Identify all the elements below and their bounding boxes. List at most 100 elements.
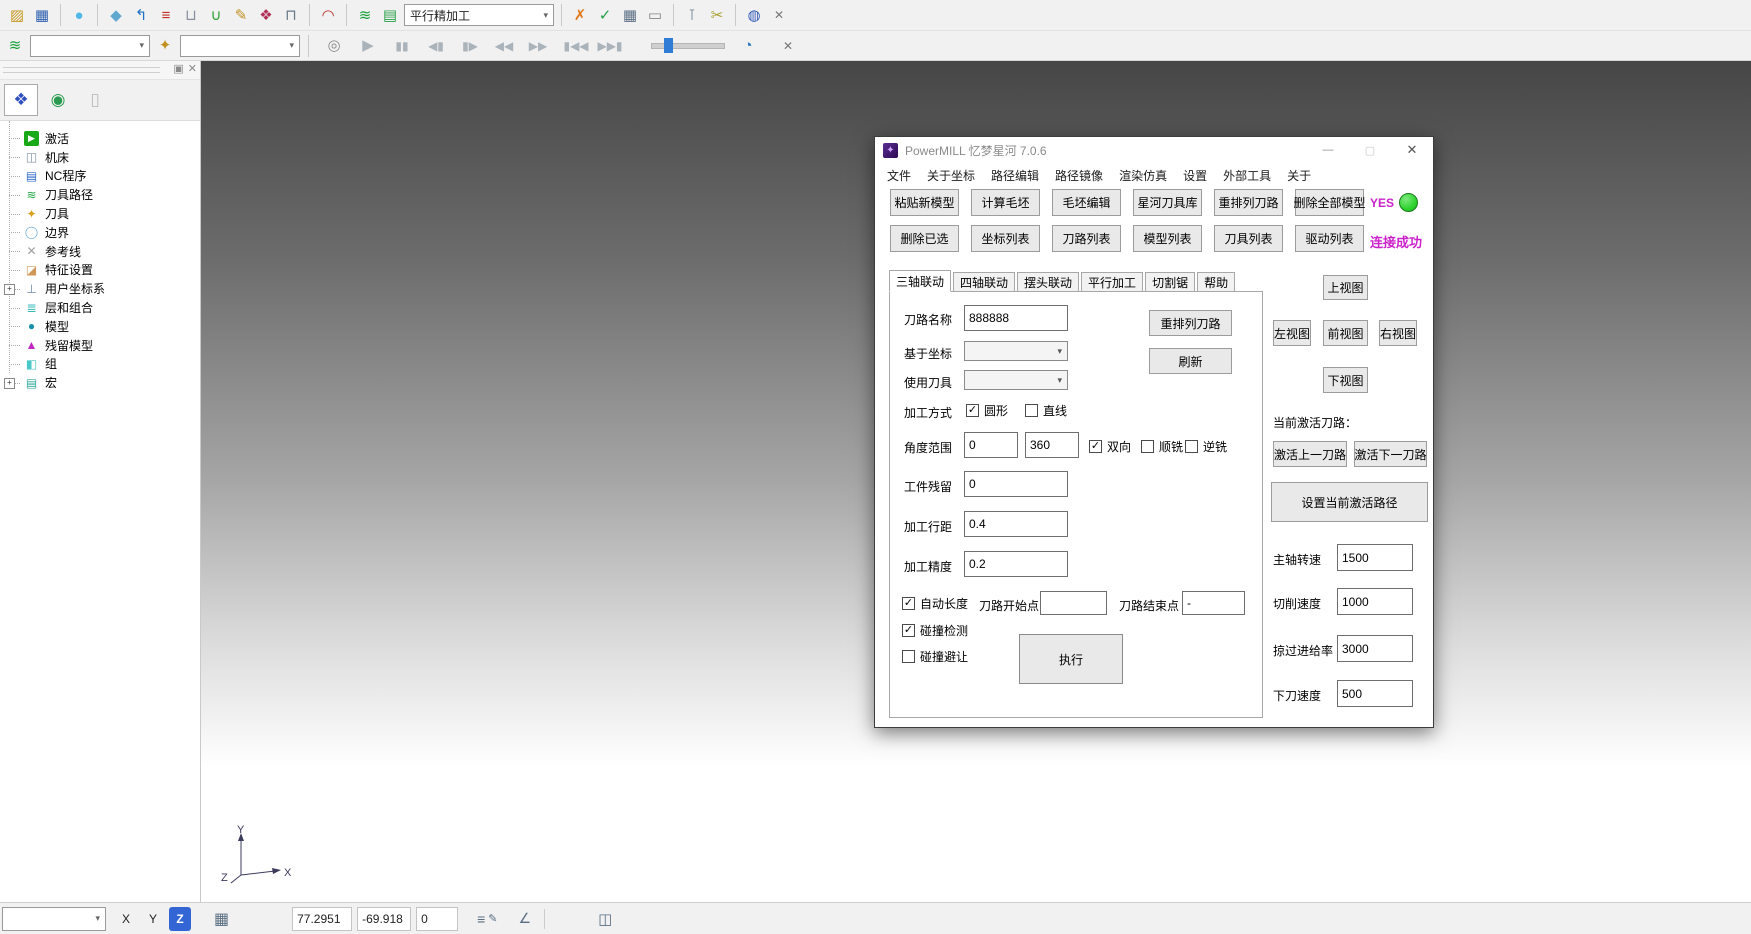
paste-new-model-button[interactable]: 粘贴新模型 [890, 189, 959, 216]
stock-edit-button[interactable]: 毛坯编辑 [1052, 189, 1121, 216]
verify-tool-icon[interactable]: ✓ [594, 4, 616, 26]
strategy-list-icon[interactable]: ▤ [379, 4, 401, 26]
tree-item-machine-tools[interactable]: ◫ 机床 [0, 148, 200, 167]
go-to-end-icon[interactable]: ▶▶▮ [595, 35, 625, 57]
tool-pair-icon[interactable]: ⊺ [681, 4, 703, 26]
rewind-icon[interactable]: ◀◀ [493, 35, 515, 57]
panel-toggle-icon[interactable]: ◫ [598, 910, 612, 928]
viewmill-icon[interactable]: ● [68, 4, 90, 26]
maximize-button[interactable]: ▢ [1349, 137, 1391, 163]
clock-icon[interactable]: ◔ [737, 35, 759, 57]
cutting-feed-input[interactable] [1337, 588, 1413, 615]
toolpath-strategy-icon[interactable]: ≋ [354, 4, 376, 26]
close-sim-toolbar-icon[interactable]: ✕ [777, 35, 799, 57]
tab-cutting-saw[interactable]: 切割锯 [1145, 272, 1195, 292]
view-left-button[interactable]: 左视图 [1273, 320, 1311, 346]
menu-render-sim[interactable]: 渲染仿真 [1111, 167, 1175, 184]
spindle-speed-input[interactable] [1337, 544, 1413, 571]
tab-4axis[interactable]: 四轴联动 [953, 272, 1015, 292]
execute-button[interactable]: 执行 [1019, 634, 1123, 684]
toolpath-move-icon[interactable]: ↰ [130, 4, 152, 26]
auto-length-checkbox[interactable]: 自动长度 [902, 595, 968, 612]
conventional-checkbox[interactable]: 逆铣 [1185, 438, 1227, 455]
tree-item-groups[interactable]: ◧ 组 [0, 355, 200, 374]
tree-item-stock-models[interactable]: ▲ 残留模型 [0, 336, 200, 355]
play-icon[interactable]: ▶ [357, 35, 379, 57]
tool-list-button[interactable]: 刀具列表 [1214, 225, 1283, 252]
coord-list-button[interactable]: 坐标列表 [971, 225, 1040, 252]
pause-icon[interactable]: ▮▮ [391, 35, 413, 57]
tree-item-levels-and-sets[interactable]: ≣ 层和组合 [0, 298, 200, 317]
skim-feed-input[interactable] [1337, 635, 1413, 662]
tree-item-macros[interactable]: + ▤ 宏 [0, 373, 200, 392]
end-point-input[interactable] [1182, 591, 1245, 615]
ruler-icon[interactable]: ▭ [644, 4, 666, 26]
axis-x-button[interactable]: X [115, 907, 137, 931]
tree-item-boundaries[interactable]: ◯ 边界 [0, 223, 200, 242]
menu-about[interactable]: 关于 [1279, 167, 1319, 184]
tree-item-tools[interactable]: ✦ 刀具 [0, 204, 200, 223]
dialog-titlebar[interactable]: ✦ PowerMILL 忆梦星河 7.0.6 — ▢ ✕ [875, 137, 1433, 163]
tool-create-icon[interactable]: ⊔ [180, 4, 202, 26]
tree-item-workplanes[interactable]: + ⊥ 用户坐标系 [0, 279, 200, 298]
feature-set-icon[interactable]: ⊓ [280, 4, 302, 26]
mode-line-checkbox[interactable]: 直线 [1025, 402, 1067, 419]
close-toolbar-icon[interactable]: ✕ [768, 4, 790, 26]
expand-icon[interactable]: + [4, 284, 15, 295]
menu-settings[interactable]: 设置 [1175, 167, 1215, 184]
activate-next-toolpath-button[interactable]: 激活下一刀路 [1354, 441, 1427, 467]
sim-speed-slider[interactable] [651, 43, 725, 49]
menu-external-tools[interactable]: 外部工具 [1215, 167, 1279, 184]
step-back-icon[interactable]: ◀▮ [425, 35, 447, 57]
refresh-button[interactable]: 刷新 [1149, 348, 1232, 374]
grid-icon[interactable]: ▦ [214, 909, 229, 929]
open-project-icon[interactable]: ▨ [6, 4, 28, 26]
list-edit-icon[interactable]: ≡ [477, 911, 485, 927]
bidir-checkbox[interactable]: 双向 [1089, 438, 1131, 455]
block-icon[interactable]: ◆ [105, 4, 127, 26]
close-button[interactable]: ✕ [1391, 137, 1433, 163]
tool-holder-icon[interactable]: ◠ [317, 4, 339, 26]
menu-about-coords[interactable]: 关于坐标 [919, 167, 983, 184]
explorer-tree-tab[interactable]: ❖ [4, 84, 38, 116]
fast-forward-icon[interactable]: ▶▶ [527, 35, 549, 57]
tab-3axis[interactable]: 三轴联动 [889, 270, 951, 292]
calculator-icon[interactable]: ▦ [619, 4, 641, 26]
plunge-feed-input[interactable] [1337, 680, 1413, 707]
tolerance-input[interactable] [964, 551, 1068, 577]
menu-path-mirror[interactable]: 路径镜像 [1047, 167, 1111, 184]
bulb-icon[interactable]: ◎ [323, 35, 345, 57]
angle-to-input[interactable] [1025, 432, 1079, 458]
menu-file[interactable]: 文件 [879, 167, 919, 184]
points-icon[interactable]: ❖ [255, 4, 277, 26]
view-right-button[interactable]: 右视图 [1379, 320, 1417, 346]
start-point-input[interactable] [1040, 591, 1107, 615]
tree-item-patterns[interactable]: ✕ 参考线 [0, 242, 200, 261]
go-to-start-icon[interactable]: ▮◀◀ [561, 35, 591, 57]
tab-help[interactable]: 帮助 [1197, 272, 1235, 292]
tab-swivel-head[interactable]: 摆头联动 [1017, 272, 1079, 292]
pattern-icon[interactable]: ✎ [230, 4, 252, 26]
drive-list-button[interactable]: 驱动列表 [1295, 225, 1364, 252]
tool-library-button[interactable]: 星河刀具库 [1133, 189, 1202, 216]
save-project-icon[interactable]: ▦ [31, 4, 53, 26]
dock-close-icon[interactable]: ✕ [188, 62, 197, 75]
sim-toolpath-combo[interactable]: ▾ [30, 35, 150, 57]
menu-path-edit[interactable]: 路径编辑 [983, 167, 1047, 184]
boundary-icon[interactable]: ∪ [205, 4, 227, 26]
pencil-icon[interactable]: ✎ [488, 912, 497, 925]
coord-x-input[interactable] [292, 907, 352, 931]
expand-icon[interactable]: + [4, 378, 15, 389]
axis-z-button[interactable]: Z [169, 907, 191, 931]
angle-icon[interactable]: ∠ [519, 910, 532, 927]
view-top-button[interactable]: 上视图 [1323, 275, 1368, 300]
simulation-icon[interactable]: ≋ [4, 35, 26, 57]
step-forward-icon[interactable]: ▮▶ [459, 35, 481, 57]
dock-grip[interactable] [3, 67, 160, 73]
tree-item-activate[interactable]: ▶ 激活 [0, 129, 200, 148]
toolpath-name-input[interactable] [964, 305, 1068, 331]
tree-item-nc-programs[interactable]: ▤ NC程序 [0, 167, 200, 186]
sim-tool-combo[interactable]: ▾ [180, 35, 300, 57]
levels-icon[interactable]: ≡ [155, 4, 177, 26]
coord-combo[interactable]: ▾ [964, 341, 1068, 361]
